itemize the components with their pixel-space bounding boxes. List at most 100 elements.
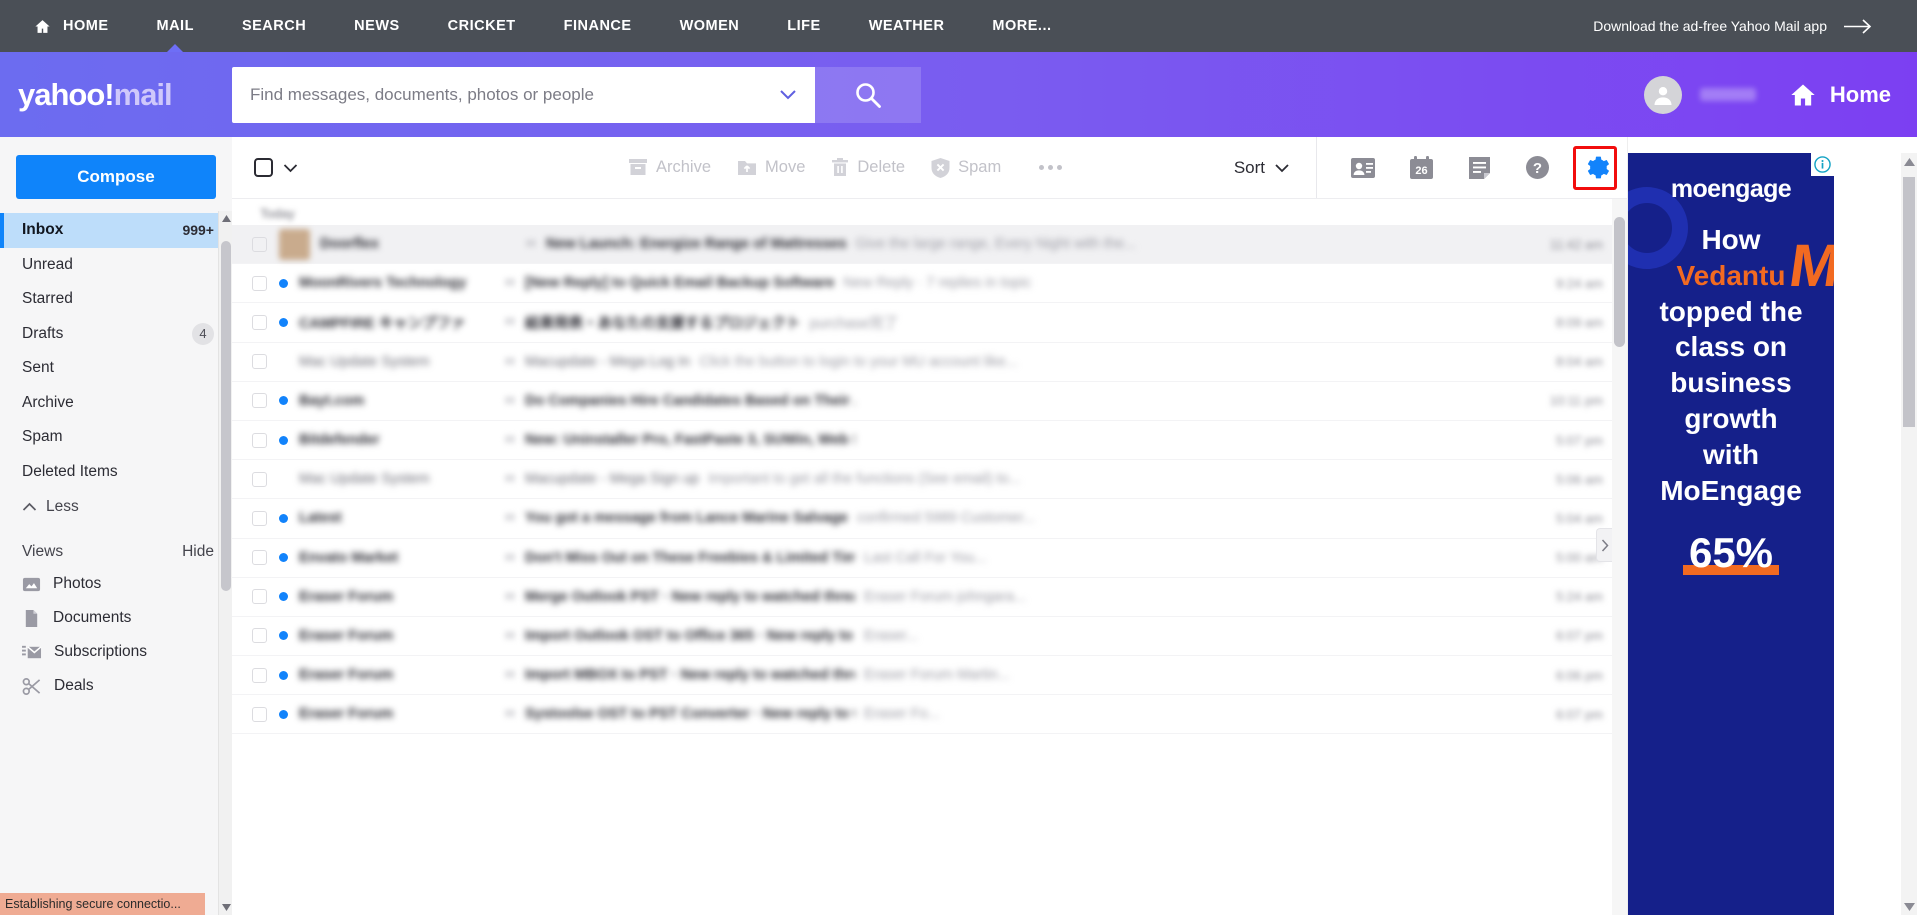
delete-button[interactable]: Delete: [831, 158, 905, 177]
sidebar-item-archive[interactable]: Archive: [0, 386, 232, 421]
select-all-checkbox[interactable]: [254, 158, 273, 177]
home-button[interactable]: Home: [1788, 81, 1891, 109]
message-list: Today Doorflex ✉ New Launch: Energize Ra…: [232, 199, 1627, 915]
search-button[interactable]: [815, 66, 921, 123]
row-checkbox[interactable]: [252, 628, 267, 644]
settings-gear-icon[interactable]: [1573, 145, 1617, 190]
sidebar-item-starred[interactable]: Starred: [0, 282, 232, 317]
topnav-item-women[interactable]: WOMEN: [656, 0, 764, 52]
topnav-item-cricket[interactable]: CRICKET: [424, 0, 540, 52]
notepad-icon[interactable]: [1457, 146, 1501, 190]
ad-scrollbar-thumb[interactable]: [1903, 177, 1915, 427]
search-input[interactable]: [250, 84, 775, 105]
row-time: 8:04 am: [1556, 354, 1603, 370]
spam-button[interactable]: Spam: [931, 157, 1001, 178]
row-sender: CAMPFIRE キャンプファ: [299, 315, 466, 332]
topnav-item-weather[interactable]: WEATHER: [845, 0, 969, 52]
topnav-item-mail[interactable]: MAIL: [133, 0, 218, 52]
row-checkbox[interactable]: [252, 550, 267, 566]
collapse-list-chevron-right-icon[interactable]: [1596, 528, 1612, 563]
row-checkbox[interactable]: [252, 510, 267, 526]
table-row[interactable]: Eraser Forum ✉ Import Outlook OST to Off…: [232, 617, 1627, 657]
sidebar-scrollbar-thumb[interactable]: [221, 241, 231, 591]
contacts-icon[interactable]: [1341, 146, 1385, 190]
ad-scroll-up-icon[interactable]: [1901, 153, 1917, 170]
row-checkbox[interactable]: [252, 314, 267, 330]
sidebar-item-spam[interactable]: Spam: [0, 420, 232, 455]
calendar-icon[interactable]: 26: [1399, 146, 1443, 190]
row-checkbox[interactable]: [252, 667, 267, 683]
sidebar-item-photos[interactable]: Photos: [0, 567, 232, 601]
row-time: 8:09 am: [1556, 314, 1603, 330]
row-checkbox[interactable]: [252, 471, 267, 487]
moengage-ad[interactable]: M moengage How Vedantu topped the class …: [1628, 153, 1834, 915]
table-row[interactable]: Eraser Forum ✉ Merge Outlook PST · New r…: [232, 578, 1627, 617]
row-attachment-icon: ✉: [504, 706, 516, 722]
sidebar-item-subscriptions[interactable]: Subscriptions: [0, 635, 232, 669]
table-row[interactable]: Mac Update System ✉ Macupdate - Mega Sig…: [232, 460, 1627, 500]
row-checkbox[interactable]: [252, 706, 267, 722]
table-row[interactable]: CAMPFIRE キャンプファ ✉ 結果発表・あなたの支援するプロジェクト pu…: [232, 303, 1627, 343]
sidebar-item-deals[interactable]: Deals: [0, 669, 232, 703]
sidebar-scrollbar[interactable]: [218, 211, 233, 915]
select-all-chevron-down-icon[interactable]: [283, 163, 298, 173]
search-chevron-down-icon[interactable]: [775, 88, 801, 101]
more-options-button[interactable]: [1039, 165, 1063, 170]
ad-panel-scrollbar[interactable]: [1901, 153, 1917, 915]
photos-icon: [22, 575, 41, 594]
yahoo-mail-logo[interactable]: yahoo! mail: [0, 77, 232, 113]
move-button[interactable]: Move: [737, 158, 805, 177]
topnav-label-news: NEWS: [354, 18, 400, 34]
table-row[interactable]: Envato Market ✉ Don't Miss Out on These …: [232, 539, 1627, 578]
row-checkbox[interactable]: [252, 236, 267, 252]
table-row[interactable]: Bitdefender ✉ New: Uninstaller Pro, Fast…: [232, 421, 1627, 461]
topnav-item-home[interactable]: HOME: [22, 0, 133, 52]
show-less-button[interactable]: Less: [0, 489, 232, 525]
sidebar-scroll-down-icon[interactable]: [219, 900, 233, 915]
views-hide-button[interactable]: Hide: [182, 543, 214, 561]
ad-percent-stat: 65%: [1682, 528, 1780, 576]
row-attachment-icon: ✉: [504, 471, 516, 487]
table-row[interactable]: Mac Update System ✉ Macupdate - Mega Log…: [232, 343, 1627, 382]
message-list-scrollbar-thumb[interactable]: [1614, 217, 1625, 347]
row-preview: Eraser...: [864, 627, 918, 644]
archive-button[interactable]: Archive: [628, 158, 711, 177]
avatar[interactable]: [1643, 75, 1682, 114]
sidebar-scroll-up-icon[interactable]: [219, 211, 233, 226]
topnav-item-finance[interactable]: FINANCE: [540, 0, 656, 52]
table-row[interactable]: Latest ✉ You got a message from Lance Ma…: [232, 499, 1627, 539]
topnav-label-women: WOMEN: [679, 18, 740, 34]
ad-scroll-down-icon[interactable]: [1901, 898, 1917, 915]
sidebar-item-inbox[interactable]: Inbox 999+: [0, 213, 232, 248]
sidebar-item-documents[interactable]: Documents: [0, 601, 232, 635]
row-checkbox[interactable]: [252, 275, 267, 291]
help-icon[interactable]: ?: [1515, 146, 1559, 190]
app-download-promo[interactable]: Download the ad-free Yahoo Mail app: [1593, 18, 1895, 35]
topnav-item-search[interactable]: SEARCH: [218, 0, 330, 52]
topnav-item-more[interactable]: MORE...: [968, 0, 1075, 52]
row-checkbox[interactable]: [252, 354, 267, 370]
table-row[interactable]: MoonRivers Technology ✉ [New Reply] to Q…: [232, 264, 1627, 304]
topnav-item-life[interactable]: LIFE: [763, 0, 844, 52]
sort-button[interactable]: Sort: [1234, 158, 1316, 178]
message-list-scrollbar[interactable]: [1612, 199, 1627, 915]
row-time: 11:42 am: [1549, 236, 1603, 252]
row-checkbox[interactable]: [252, 393, 267, 409]
search-box[interactable]: [232, 66, 815, 123]
row-checkbox[interactable]: [252, 432, 267, 448]
topnav-label-more: MORE...: [992, 18, 1052, 34]
row-subject: New Launch: Energize Range of Mattresses: [546, 236, 847, 253]
sidebar-item-sent[interactable]: Sent: [0, 351, 232, 386]
topnav-item-news[interactable]: NEWS: [330, 0, 424, 52]
table-row[interactable]: Eraser Forum ✉ Systoolse OST to PST Conv…: [232, 695, 1627, 735]
table-row[interactable]: Doorflex ✉ New Launch: Energize Range of…: [232, 225, 1627, 265]
sidebar-item-drafts[interactable]: Drafts 4: [0, 317, 232, 352]
row-attachment-icon: ✉: [504, 275, 516, 291]
sidebar-item-unread[interactable]: Unread: [0, 248, 232, 283]
sidebar-item-deleted-items[interactable]: Deleted Items: [0, 455, 232, 490]
table-row[interactable]: Bayt.com ✉ Do Companies Hire Candidates …: [232, 382, 1627, 421]
topnav-label-mail: MAIL: [156, 18, 194, 34]
compose-button[interactable]: Compose: [16, 155, 216, 199]
table-row[interactable]: Eraser Forum ✉ Import MBOX to PST · New …: [232, 656, 1627, 696]
row-checkbox[interactable]: [252, 589, 267, 605]
